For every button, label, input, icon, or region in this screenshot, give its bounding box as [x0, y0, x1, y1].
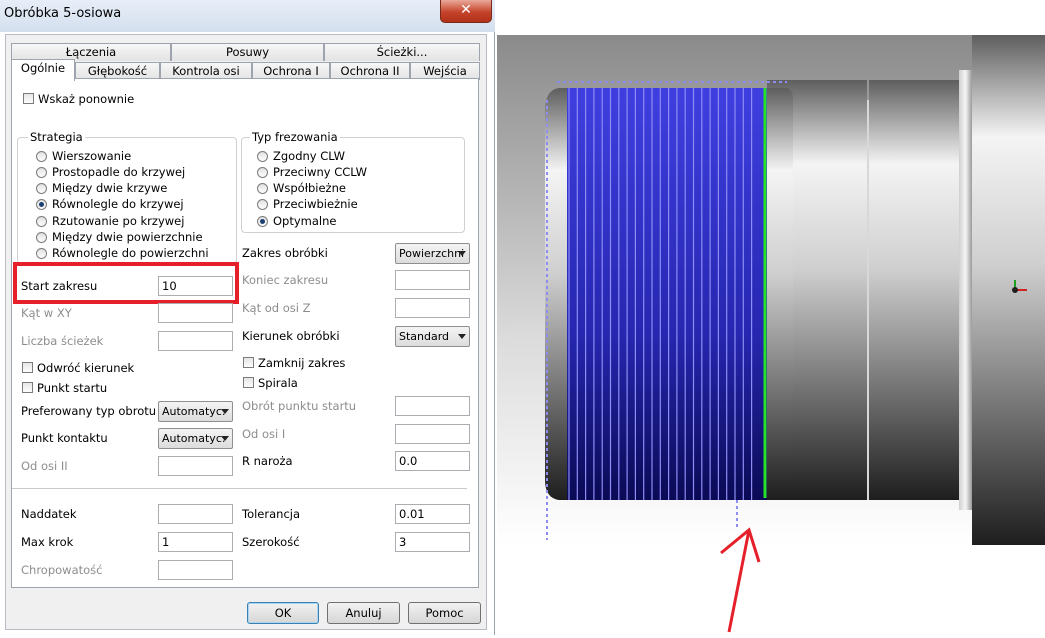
strategy-title: Strategia — [28, 130, 85, 144]
chevron-down-icon — [458, 251, 466, 256]
strategy-option-label: Równolegle do powierzchni — [52, 246, 209, 260]
max-krok-input[interactable]: 1 — [158, 532, 233, 552]
punkt-kontaktu-select[interactable]: Automatyc: — [158, 428, 233, 449]
punkt-kontaktu-label: Punkt kontaktu — [21, 431, 108, 445]
radio-optymalne[interactable] — [257, 216, 268, 227]
od-osi-ii-input[interactable] — [158, 456, 233, 476]
r-naroza-input[interactable]: 0.0 — [395, 451, 470, 471]
radio-miedzy-dwie-krzywe[interactable] — [36, 183, 47, 194]
title-bar[interactable]: Obróbka 5-osiowa ✕ — [0, 0, 495, 32]
zamknij-zakres-label: Zamknij zakres — [258, 356, 346, 370]
naddatek-label: Naddatek — [21, 507, 77, 521]
od-osi-ii-label: Od osi II — [21, 459, 68, 473]
kierunek-obrobki-select[interactable]: Standard — [395, 326, 470, 347]
start-zakresu-label: Start zakresu — [21, 279, 98, 293]
od-osi-i-label: Od osi I — [242, 427, 286, 441]
milling-option-label: Przeciwbieżnie — [273, 197, 358, 211]
milling-option-label: Współbieżne — [273, 181, 346, 195]
chevron-down-icon — [458, 334, 466, 339]
select-value: Automatyc: — [162, 405, 226, 418]
kat-od-osi-z-input[interactable] — [395, 298, 470, 318]
odwroc-kierunek-checkbox[interactable] — [22, 362, 33, 373]
punkt-startu-label: Punkt startu — [37, 381, 108, 395]
select-value: Powierzchni — [399, 247, 465, 260]
tolerancja-input[interactable]: 0.01 — [395, 504, 470, 524]
radio-rownolegle-do-powierzchni[interactable] — [36, 248, 47, 259]
tab-sciezki[interactable]: Ścieżki... — [324, 43, 480, 61]
close-button[interactable]: ✕ — [440, 0, 492, 23]
zakres-obrobki-label: Zakres obróbki — [242, 246, 328, 260]
start-zakresu-input[interactable]: 10 — [158, 276, 233, 296]
milling-option-label: Przeciwny CCLW — [273, 165, 368, 179]
kat-w-xy-label: Kąt w XY — [21, 306, 72, 320]
strategy-option-label: Wierszowanie — [52, 149, 132, 163]
koniec-zakresu-input[interactable] — [395, 270, 470, 290]
obrot-punktu-startu-input[interactable] — [395, 396, 470, 416]
select-value: Automatyc: — [162, 432, 226, 445]
ok-button[interactable]: OK — [247, 602, 319, 624]
viewport-bottom-white — [497, 545, 1045, 635]
preferowany-typ-obrotu-label: Preferowany typ obrotu — [21, 404, 157, 418]
tab-posuwy[interactable]: Posuwy — [171, 43, 324, 61]
chevron-down-icon — [221, 436, 229, 441]
radio-przeciwbieznie[interactable] — [257, 199, 268, 210]
radio-rownolegle-do-krzywej[interactable] — [36, 199, 47, 210]
liczba-sciezek-input[interactable] — [158, 331, 233, 351]
radio-rzutowanie[interactable] — [36, 216, 47, 227]
radio-miedzy-dwie-powierzchnie[interactable] — [36, 232, 47, 243]
select-value: Standard — [399, 330, 450, 343]
koniec-zakresu-label: Koniec zakresu — [242, 273, 329, 287]
szerokosc-label: Szerokość — [242, 535, 300, 549]
szerokosc-input[interactable]: 3 — [395, 532, 470, 552]
spirala-checkbox[interactable] — [243, 377, 254, 388]
part-groove — [959, 70, 972, 510]
kierunek-obrobki-label: Kierunek obróbki — [242, 329, 340, 343]
help-button[interactable]: Pomoc — [408, 602, 481, 624]
part-flange — [972, 35, 1045, 545]
chevron-down-icon — [221, 409, 229, 414]
milling-type-title: Typ frezowania — [250, 130, 340, 144]
zakres-obrobki-select[interactable]: Powierzchni — [395, 243, 470, 264]
radio-zgodny-clw[interactable] — [257, 151, 268, 162]
milling-option-label: Zgodny CLW — [273, 149, 346, 163]
kat-od-osi-z-label: Kąt od osi Z — [242, 301, 311, 315]
cancel-button[interactable]: Anuluj — [327, 602, 400, 624]
milling-option-label: Optymalne — [273, 214, 337, 228]
spirala-label: Spirala — [258, 376, 298, 390]
3d-viewport[interactable] — [497, 0, 1045, 635]
dialog-window: Obróbka 5-osiowa ✕ Łączenia Posuwy Ścież… — [0, 0, 495, 635]
naddatek-input[interactable] — [158, 504, 233, 524]
toolpath-surface — [567, 88, 767, 500]
r-naroza-label: R naroża — [242, 454, 293, 468]
radio-wspolbiezne[interactable] — [257, 183, 268, 194]
strategy-option-label: Równolegle do krzywej — [52, 197, 184, 211]
strategy-option-label: Między dwie krzywe — [52, 181, 168, 195]
part-collar — [869, 80, 959, 500]
zamknij-zakres-checkbox[interactable] — [243, 357, 254, 368]
show-again-label: Wskaż ponownie — [38, 92, 135, 106]
strategy-option-label: Prostopadle do krzywej — [52, 165, 186, 179]
radio-wierszowanie[interactable] — [36, 151, 47, 162]
odwroc-kierunek-label: Odwróć kierunek — [37, 361, 135, 375]
liczba-sciezek-label: Liczba ścieżek — [21, 334, 104, 348]
divider — [12, 488, 467, 489]
obrot-punktu-startu-label: Obrót punktu startu — [242, 399, 357, 413]
strategy-option-label: Rzutowanie po krzywej — [52, 214, 185, 228]
window-title: Obróbka 5-osiowa — [4, 6, 122, 21]
strategy-option-label: Między dwie powierzchnie — [52, 230, 203, 244]
od-osi-i-input[interactable] — [395, 424, 470, 444]
radio-przeciwny-cclw[interactable] — [257, 167, 268, 178]
chropowatosc-input[interactable] — [158, 560, 233, 580]
show-again-checkbox[interactable] — [23, 93, 34, 104]
tab-ogolnie[interactable]: Ogólnie — [11, 59, 75, 81]
kat-w-xy-input[interactable] — [158, 303, 233, 323]
max-krok-label: Max krok — [21, 535, 74, 549]
tolerancja-label: Tolerancja — [242, 507, 301, 521]
radio-prostopadle[interactable] — [36, 167, 47, 178]
preferowany-typ-obrotu-select[interactable]: Automatyc: — [158, 401, 233, 422]
chropowatosc-label: Chropowatość — [21, 563, 103, 577]
punkt-startu-checkbox[interactable] — [22, 382, 33, 393]
viewport-canvas — [497, 35, 1045, 635]
